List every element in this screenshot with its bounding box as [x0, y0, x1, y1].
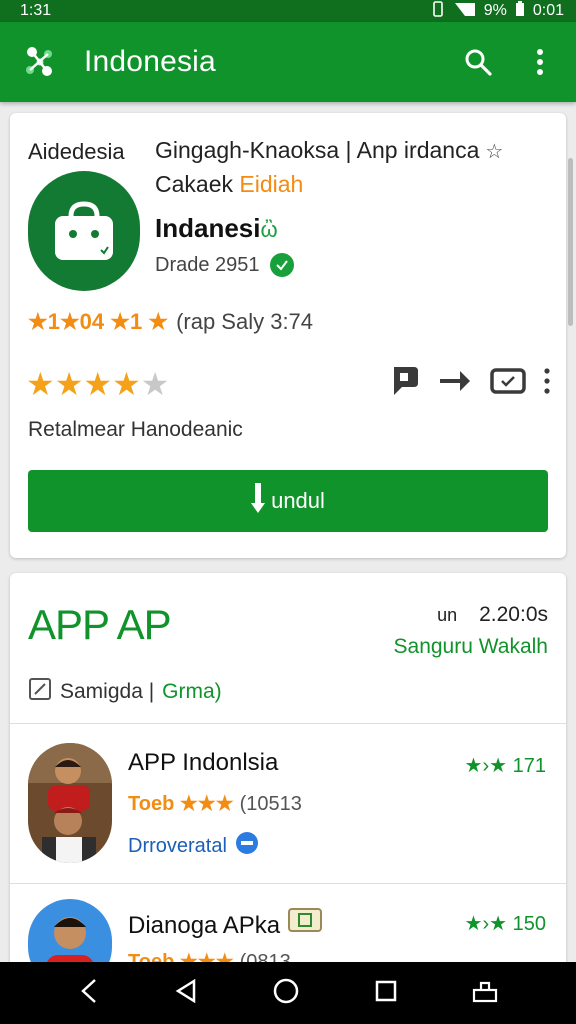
search-icon[interactable]: [462, 46, 494, 78]
screen-icon[interactable]: [490, 367, 526, 400]
recents-icon[interactable]: [374, 979, 398, 1008]
app-name: Indanesiὢ: [155, 213, 278, 244]
star-rating[interactable]: ★★★★★: [26, 365, 169, 403]
list-item[interactable]: APP Indonlsia ★›★ 171 Toeb ★★★ (10513 Drr…: [10, 723, 566, 873]
home-icon[interactable]: [272, 977, 300, 1010]
download-icon: [251, 481, 266, 521]
verified-badge-icon: [269, 253, 294, 277]
status-time-left: 1:31: [20, 2, 52, 19]
edit-icon: [28, 677, 52, 707]
star-empty-icon: ★: [140, 366, 170, 402]
title-line2-prefix: Cakaek: [155, 171, 233, 197]
list-item-title-text: Dianoga APka: [128, 912, 281, 939]
list-item-tag: Drroveratal: [128, 831, 259, 861]
downloads-text: Drade 2951: [155, 253, 260, 276]
system-nav-bar: [0, 962, 576, 1024]
app-detail-card: Aidedesia Gingagh-Knaoksa | Anp irdanca ☆…: [10, 113, 566, 558]
flag-icon[interactable]: [390, 365, 420, 402]
app-list-card: APP AP un 2.20:0s Sanguru Wakalh Samigda …: [10, 573, 566, 973]
section-meta-label: un: [437, 605, 458, 625]
star-icon: ★: [83, 366, 113, 402]
star-outline-icon[interactable]: ☆: [485, 141, 503, 163]
star-icon: ★: [26, 366, 55, 402]
list-item-count: (10513: [239, 793, 302, 815]
signal-icon: [454, 1, 476, 22]
app-title-line1: Gingagh-Knaoksa | Anp irdanca ☆: [155, 137, 503, 164]
list-item-rating: ★›★ 150: [464, 913, 546, 935]
rating-summary: ★1★04 ★1 ★ (rap Saly 3:74: [28, 309, 313, 335]
scrollbar[interactable]: [568, 158, 573, 326]
bag-icon: [28, 171, 140, 291]
list-item-title: Dianoga APka: [128, 907, 323, 940]
rating-count-text: (rap Saly 3:74: [176, 309, 314, 334]
filter-prefix: Samigda |: [60, 680, 155, 703]
app-name-tag: ὢ: [260, 217, 278, 242]
list-item-tag-text: Drroveratal: [128, 834, 227, 857]
section-meta-value: 2.20:0s: [479, 603, 548, 626]
filter-highlight: Grma): [162, 680, 222, 703]
tag-icon: [287, 908, 323, 939]
list-item-sub: Toeb ★★★ (10513: [128, 791, 302, 816]
section-link[interactable]: Sanguru Wakalh: [394, 635, 548, 659]
star-half-icon: ★: [112, 366, 141, 402]
action-icons: [390, 365, 550, 402]
back-arrow-icon[interactable]: [77, 978, 101, 1009]
back-icon[interactable]: [174, 978, 198, 1009]
review-caption: Retalmear Hanodeanic: [28, 418, 243, 441]
app-title: Indonesia: [84, 45, 216, 78]
app-bar: Indonesia: [0, 22, 576, 102]
section-meta: un 2.20:0s: [437, 603, 548, 627]
minus-badge-icon: [235, 831, 259, 861]
status-icons: 9% 0:01: [430, 0, 564, 22]
share-icon[interactable]: [438, 367, 472, 400]
status-time-right: 0:01: [532, 2, 564, 19]
vibrate-icon: [430, 0, 446, 22]
developer-label[interactable]: Aidedesia: [28, 139, 125, 165]
battery-icon: [515, 0, 525, 22]
keyboard-switch-icon[interactable]: [471, 978, 499, 1009]
section-filter[interactable]: Samigda | Grma): [28, 677, 222, 707]
app-name-text: Indanesi: [155, 213, 261, 243]
downloads-info: Drade 2951: [155, 253, 294, 277]
title-line2-accent: Eidiah: [239, 171, 304, 197]
more-vert-icon[interactable]: [524, 46, 556, 78]
install-button[interactable]: undul: [28, 470, 548, 532]
star-icon: ★: [54, 366, 84, 402]
list-item-title: APP Indonlsia: [128, 749, 279, 776]
more-vert-icon[interactable]: [544, 368, 550, 399]
list-item-stars: Toeb ★★★: [128, 793, 234, 815]
battery-percent: 9%: [483, 2, 507, 19]
section-title: APP AP: [28, 601, 172, 648]
app-title-line1-text: Gingagh-Knaoksa | Anp irdanca: [155, 137, 480, 163]
app-title-line2: Cakaek Eidiah: [155, 171, 303, 198]
rating-stars-text: ★1★04 ★1 ★: [28, 309, 169, 334]
install-label: undul: [271, 488, 325, 513]
list-item[interactable]: Dianoga APka ★›★ 150 Toeb ★★★(0813: [10, 883, 566, 973]
status-bar: 1:31 9% 0:01: [0, 0, 576, 22]
list-item-rating: ★›★ 171: [464, 755, 546, 777]
app-logo-icon[interactable]: [20, 42, 60, 82]
avatar: [28, 743, 112, 863]
